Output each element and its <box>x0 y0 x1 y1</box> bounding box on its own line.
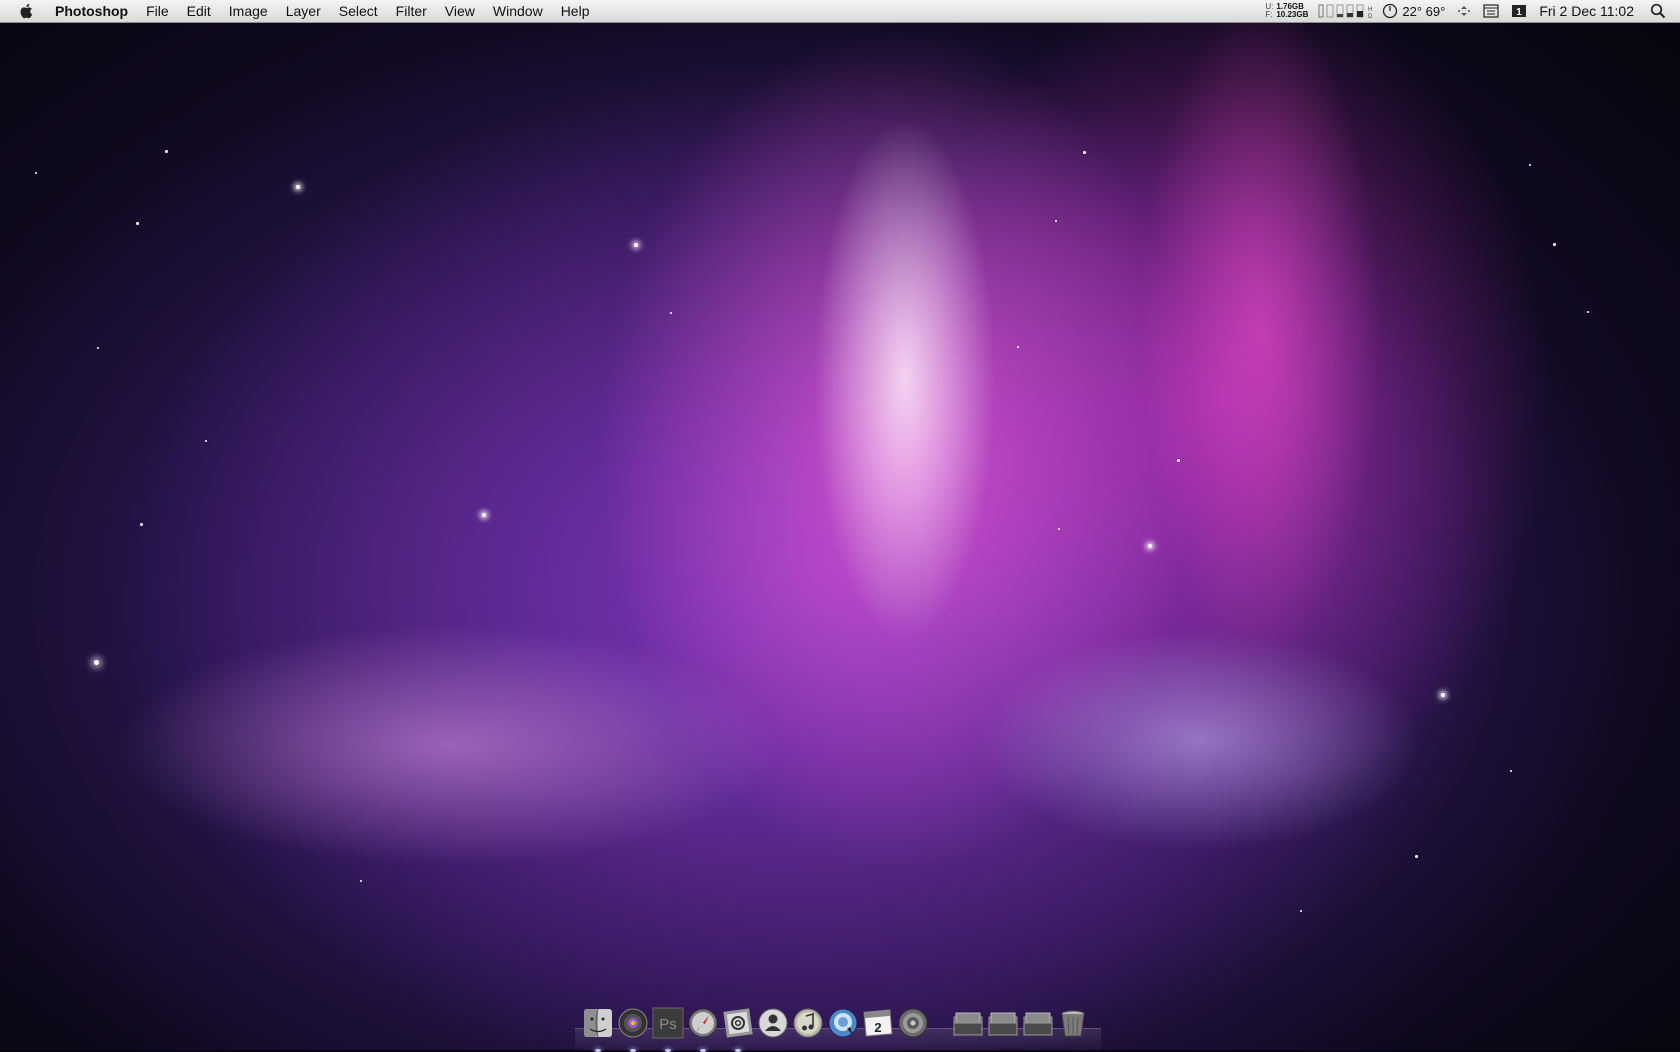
star <box>296 185 300 189</box>
star <box>1510 770 1512 772</box>
star <box>1148 544 1152 548</box>
svg-text:H: H <box>1368 7 1372 13</box>
mail-icon <box>723 1008 753 1038</box>
star <box>1017 346 1019 348</box>
system-preferences-icon <box>898 1008 928 1038</box>
star <box>482 513 486 517</box>
menu-app-name[interactable]: Photoshop <box>50 0 137 22</box>
star <box>1055 220 1057 222</box>
star <box>94 660 99 665</box>
desktop-wallpaper <box>0 0 1680 1050</box>
menu-edit[interactable]: Edit <box>178 0 220 22</box>
star <box>1300 910 1302 912</box>
star <box>1177 459 1180 462</box>
folder-stack-icon <box>953 1012 983 1036</box>
star <box>670 312 672 314</box>
memory-free-row: F: 10.23GB <box>1265 11 1308 19</box>
star <box>1441 693 1445 697</box>
dock-ichat[interactable] <box>827 1007 859 1039</box>
dock-ical[interactable]: 2 <box>862 1007 894 1039</box>
star <box>165 150 168 153</box>
dock-itunes[interactable] <box>792 1007 824 1039</box>
safari-icon <box>688 1008 718 1038</box>
svg-text:D: D <box>1368 14 1373 19</box>
star <box>136 222 139 225</box>
dock-media-player[interactable] <box>617 1007 649 1052</box>
ical-icon: 2 <box>863 1009 893 1037</box>
menu-clock[interactable]: Fri 2 Dec 11:02 <box>1539 3 1634 19</box>
dock: Ps 2 <box>582 1002 1094 1052</box>
itunes-icon <box>793 1008 823 1038</box>
disk-activity-icon[interactable]: H D <box>1318 3 1378 19</box>
temperature-readout[interactable]: 22° 69° <box>1402 4 1445 19</box>
star <box>35 172 37 174</box>
star <box>97 347 99 349</box>
dock-folder-1[interactable] <box>952 1007 984 1039</box>
dock-finder[interactable] <box>582 1007 614 1052</box>
memory-free-value: 10.23GB <box>1276 10 1309 19</box>
svg-text:1: 1 <box>1517 7 1523 18</box>
star <box>1415 855 1418 858</box>
menu-filter[interactable]: Filter <box>387 0 436 22</box>
menu-bar: Photoshop File Edit Image Layer Select F… <box>0 0 1680 23</box>
svg-text:Ps: Ps <box>659 1016 677 1033</box>
dock-folder-3[interactable] <box>1022 1007 1054 1039</box>
memory-monitor[interactable]: U: 1.76GB F: 10.23GB <box>1265 3 1308 19</box>
trash-icon <box>1061 1010 1085 1037</box>
menu-select[interactable]: Select <box>330 0 387 22</box>
apple-menu-icon[interactable] <box>18 2 36 20</box>
spaces-icon[interactable]: 1 <box>1511 4 1527 18</box>
finder-icon <box>584 1008 612 1038</box>
star <box>205 440 207 442</box>
star <box>1083 151 1086 154</box>
folder-stack-icon <box>1023 1012 1053 1036</box>
photoshop-icon: Ps <box>652 1007 684 1039</box>
folder-stack-icon <box>988 1012 1018 1036</box>
star <box>140 523 143 526</box>
dock-mail[interactable] <box>722 1007 754 1052</box>
star <box>360 880 362 882</box>
cpu-clock-icon[interactable] <box>1382 3 1398 19</box>
star <box>1058 528 1060 530</box>
menu-image[interactable]: Image <box>220 0 277 22</box>
star <box>1587 311 1589 313</box>
menu-extras: U: 1.76GB F: 10.23GB H D 22° 69° 1 Fri 2… <box>1265 0 1680 22</box>
dock-address-book[interactable] <box>757 1007 789 1039</box>
dock-trash[interactable] <box>1057 1007 1089 1039</box>
address-book-icon <box>758 1008 788 1038</box>
menu-bar-left: Photoshop File Edit Image Layer Select F… <box>0 0 598 22</box>
star <box>634 243 638 247</box>
calendar-menu-icon[interactable] <box>1483 4 1499 18</box>
memory-free-key: F: <box>1265 10 1273 19</box>
ical-date: 2 <box>874 1020 881 1035</box>
menu-help[interactable]: Help <box>552 0 599 22</box>
star <box>1529 164 1531 166</box>
menu-window[interactable]: Window <box>484 0 552 22</box>
dock-photoshop[interactable]: Ps <box>652 1007 684 1052</box>
star <box>1553 243 1556 246</box>
menu-layer[interactable]: Layer <box>277 0 330 22</box>
menu-view[interactable]: View <box>436 0 484 22</box>
media-player-icon <box>618 1008 648 1038</box>
dock-safari[interactable] <box>687 1007 719 1052</box>
network-activity-icon[interactable] <box>1457 4 1471 18</box>
menu-file[interactable]: File <box>137 0 178 22</box>
spotlight-search-icon[interactable] <box>1650 3 1666 19</box>
dock-system-preferences[interactable] <box>897 1007 929 1039</box>
ichat-icon <box>828 1008 858 1038</box>
dock-folder-2[interactable] <box>987 1007 1019 1039</box>
